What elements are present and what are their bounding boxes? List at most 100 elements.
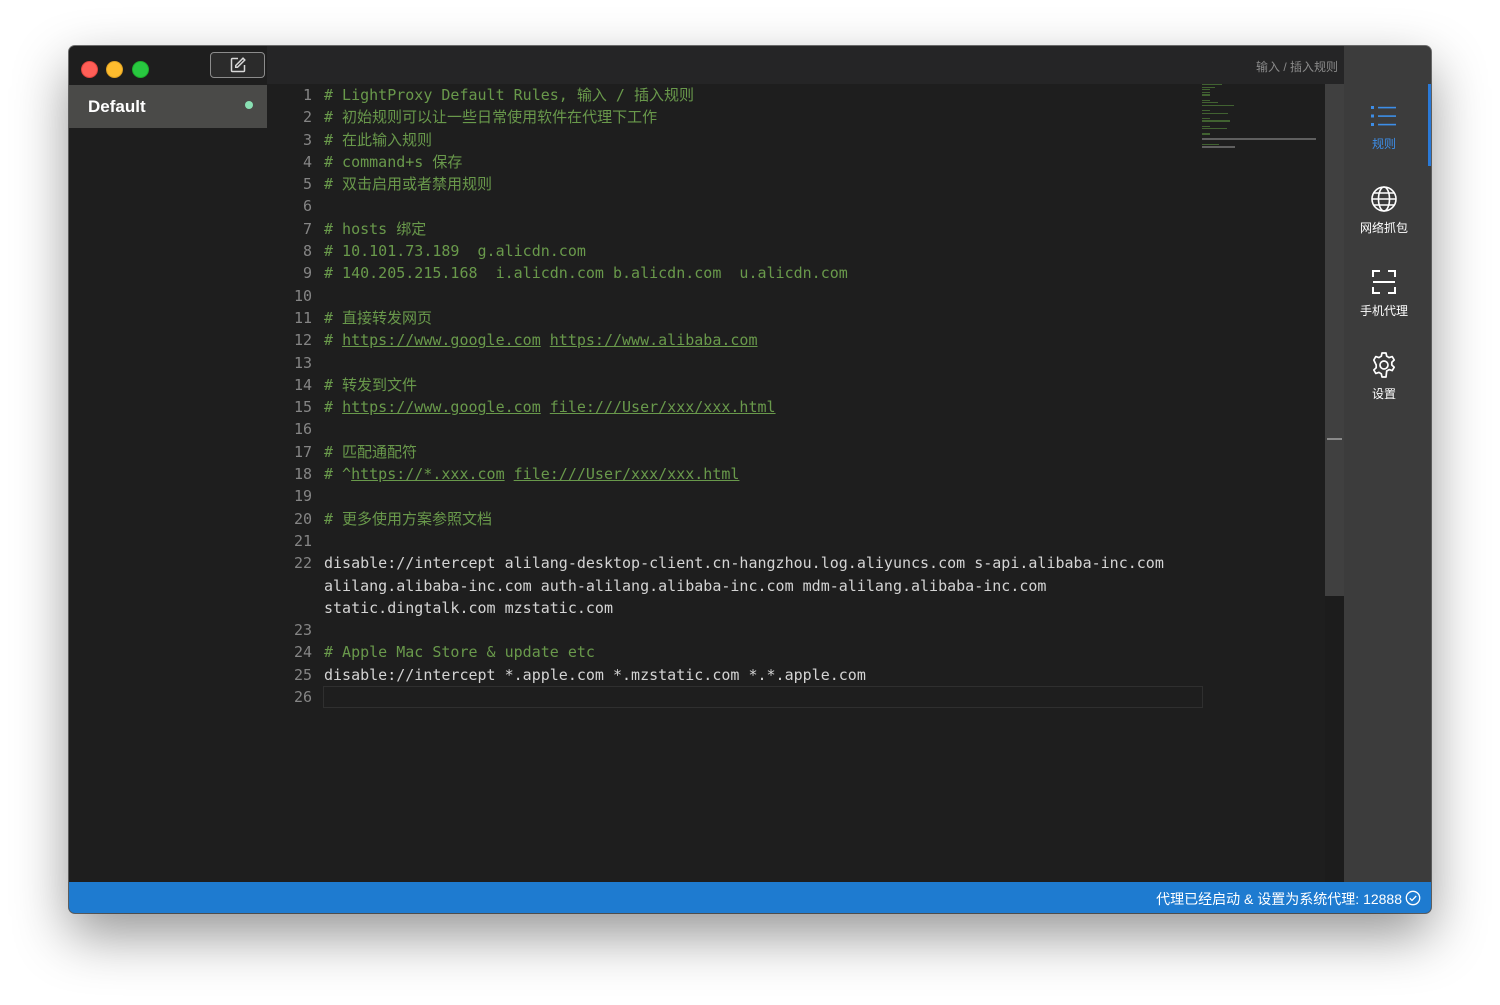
code-line[interactable]: 13 — [267, 352, 1203, 374]
line-text — [312, 285, 1203, 307]
status-bar: 代理已经启动 & 设置为系统代理: 12888 — [69, 882, 1431, 913]
minimap-line — [1202, 84, 1223, 86]
minimap-line — [1202, 112, 1229, 114]
url-link[interactable]: https://www.google.com — [342, 331, 541, 349]
line-number: 21 — [293, 531, 312, 550]
line-text: # ^https://*.xxx.com file:///User/xxx/xx… — [312, 463, 1203, 485]
minimap-line — [1202, 146, 1235, 148]
url-link[interactable]: file:///User/xxx/xxx.html — [550, 398, 776, 416]
line-number: 26 — [293, 688, 312, 707]
code-line[interactable]: 10 — [267, 285, 1203, 307]
code-line[interactable]: 20 # 更多使用方案参照文档 — [267, 508, 1203, 530]
nav-rules-label: 规则 — [1371, 137, 1396, 151]
minimap-line — [1202, 109, 1210, 112]
code-line[interactable]: 3 # 在此输入规则 — [267, 129, 1203, 151]
code-line[interactable]: 11 # 直接转发网页 — [267, 307, 1203, 329]
close-window-button[interactable] — [81, 61, 98, 78]
line-text: # 转发到文件 — [324, 375, 418, 394]
scrollbar-thumb[interactable] — [1325, 84, 1344, 596]
url-link[interactable]: https://www.google.com — [342, 398, 541, 416]
nav-network-capture[interactable]: 网络抓包 — [1344, 185, 1424, 236]
minimap-line — [1202, 133, 1210, 135]
line-number: 3 — [302, 130, 312, 149]
minimize-window-button[interactable] — [106, 61, 123, 78]
line-text: # https://www.google.com https://www.ali… — [312, 329, 1203, 351]
rule-enabled-indicator — [245, 101, 253, 109]
code-line[interactable]: 6 — [267, 195, 1203, 217]
minimap-line — [1202, 138, 1316, 140]
code-line[interactable]: 17 # 匹配通配符 — [267, 441, 1203, 463]
nav-rules[interactable]: 规则 — [1344, 103, 1424, 152]
line-number: 6 — [302, 197, 312, 216]
new-rule-button[interactable] — [210, 52, 265, 78]
zoom-window-button[interactable] — [132, 61, 149, 78]
line-number: 25 — [293, 665, 312, 684]
minimap-line — [1202, 91, 1210, 94]
line-number: 14 — [293, 375, 312, 394]
minimap[interactable] — [1202, 84, 1327, 154]
rule-item-default[interactable]: Default — [69, 85, 267, 128]
url-link[interactable]: https://www.alibaba.com — [550, 331, 758, 349]
code-line[interactable]: 1 # LightProxy Default Rules, 输入 / 插入规则 — [267, 84, 1203, 106]
nav-settings[interactable]: 设置 — [1344, 351, 1424, 402]
code-line[interactable]: 15 # https://www.google.com file:///User/… — [267, 396, 1203, 418]
minimap-line — [1202, 104, 1234, 107]
comment-prefix: # — [324, 331, 343, 350]
code-line[interactable]: 7 # hosts 绑定 — [267, 218, 1203, 240]
code-editor[interactable]: 1 # LightProxy Default Rules, 输入 / 插入规则 2 #… — [267, 84, 1344, 882]
code-line[interactable]: 8 # 10.101.73.189 g.alicdn.com — [267, 240, 1203, 262]
code-line[interactable]: 19 — [267, 485, 1203, 507]
code-line[interactable]: 9 # 140.205.215.168 i.alicdn.com b.alicdn… — [267, 262, 1203, 284]
nav-settings-label: 设置 — [1371, 387, 1396, 401]
line-text: # 140.205.215.168 i.alicdn.com b.alicdn.… — [324, 264, 848, 283]
code-line[interactable]: 24 # Apple Mac Store & update etc — [267, 641, 1203, 663]
breadcrumb: 输入 / 插入规则 — [1255, 60, 1338, 74]
line-number: 15 — [293, 398, 312, 417]
code-line[interactable]: 25 disable://intercept *.apple.com *.mzst… — [267, 664, 1203, 686]
proxy-status-text: 代理已经启动 & 设置为系统代理: 12888 — [1156, 891, 1402, 907]
code-line[interactable]: 4 # command+s 保存 — [267, 151, 1203, 173]
line-number: 5 — [302, 175, 312, 194]
nav-mobile-proxy[interactable]: 手机代理 — [1344, 268, 1424, 319]
code-line[interactable]: 22 disable://intercept alilang-desktop-cl… — [267, 552, 1203, 619]
rules-sidebar: Default — [69, 46, 267, 882]
line-text: # https://www.google.com file:///User/xx… — [312, 396, 1203, 418]
line-number: 22 — [293, 554, 312, 573]
line-number: 18 — [293, 465, 312, 484]
edit-icon — [230, 57, 246, 73]
line-number: 8 — [302, 242, 312, 261]
comment-prefix: # ^ — [324, 465, 352, 484]
minimap-line — [1202, 143, 1219, 145]
minimap-line — [1202, 86, 1215, 88]
minimap-line — [1202, 89, 1210, 91]
line-text: # 更多使用方案参照文档 — [324, 509, 493, 528]
line-number: 12 — [293, 331, 312, 350]
line-text — [312, 195, 1203, 217]
line-text — [312, 485, 1203, 507]
line-text: # 直接转发网页 — [324, 308, 433, 327]
line-text — [312, 530, 1203, 552]
line-number: 10 — [293, 286, 312, 305]
code-line[interactable]: 5 # 双击启用或者禁用规则 — [267, 173, 1203, 195]
code-line[interactable]: 2 # 初始规则可以让一些日常使用软件在代理下工作 — [267, 106, 1203, 128]
minimap-line — [1202, 94, 1210, 96]
url-link[interactable]: https://*.xxx.com — [351, 465, 505, 483]
code-line[interactable]: 26 — [267, 686, 1203, 709]
line-number: 24 — [293, 643, 312, 662]
url-link[interactable]: file:///User/xxx/xxx.html — [514, 465, 740, 483]
line-number: 11 — [293, 308, 312, 327]
minimap-line — [1202, 128, 1228, 130]
right-navigation: 规则 网络抓包 手机代理 设置 — [1344, 46, 1431, 882]
code-line[interactable]: 16 — [267, 418, 1203, 440]
code-line[interactable]: 12 # https://www.google.com https://www.a… — [267, 329, 1203, 351]
code-line[interactable]: 23 — [267, 619, 1203, 641]
code-line[interactable]: 14 # 转发到文件 — [267, 374, 1203, 396]
code-line[interactable]: 18 # ^https://*.xxx.com file:///User/xxx/… — [267, 463, 1203, 485]
line-text: # 在此输入规则 — [324, 130, 433, 149]
code-lines[interactable]: 1 # LightProxy Default Rules, 输入 / 插入规则 2 #… — [267, 84, 1203, 709]
code-line[interactable]: 21 — [267, 530, 1203, 552]
comment-prefix: # — [324, 398, 343, 417]
line-number: 7 — [302, 219, 312, 238]
line-number: 4 — [302, 152, 312, 171]
line-text — [323, 686, 1203, 709]
